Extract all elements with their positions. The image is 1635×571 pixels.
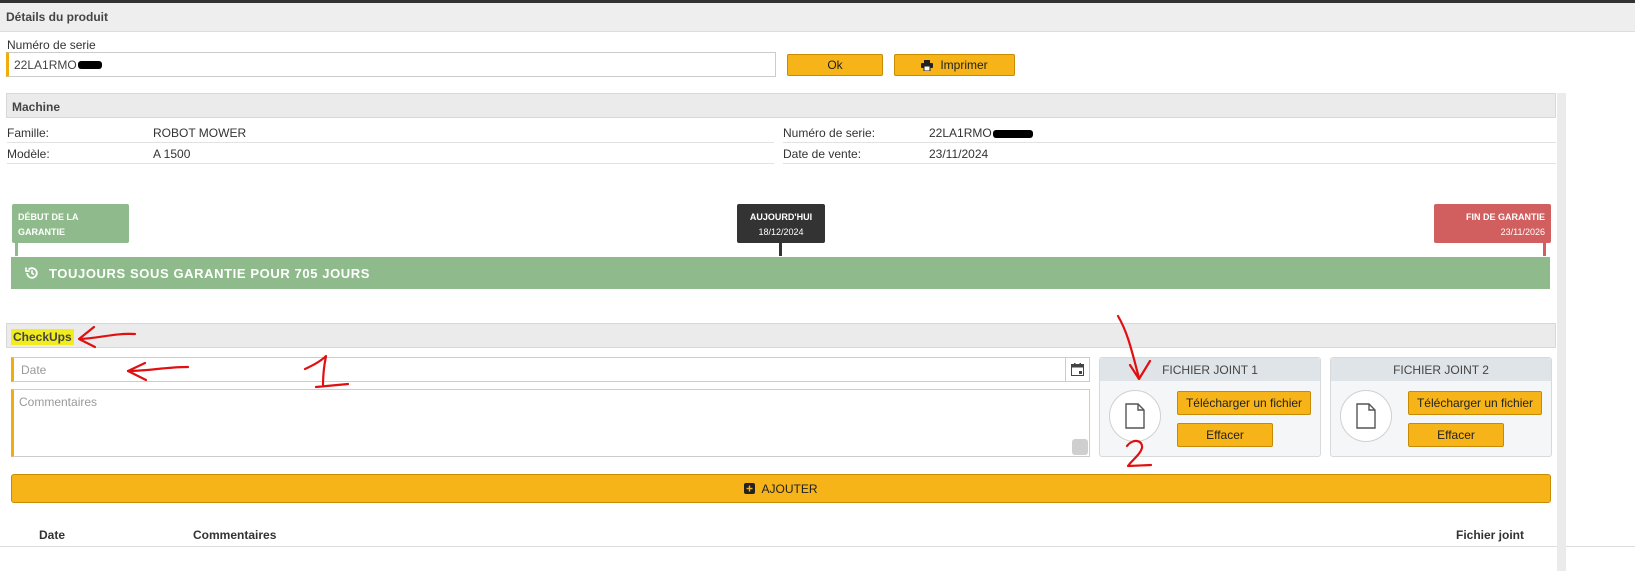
serie-value-wrap: 22LA1RMO [929, 126, 1033, 140]
redaction-mark [77, 60, 102, 69]
file-icon [1109, 390, 1161, 442]
warranty-start-flag: DÉBUT DE LA GARANTIE 23/11/2024 [12, 204, 129, 252]
modele-value: A 1500 [153, 147, 191, 161]
checkup-date-placeholder: Date [21, 362, 47, 377]
col-header-attachment[interactable]: Fichier joint [1456, 528, 1524, 542]
vertical-scrollbar[interactable] [1557, 93, 1566, 571]
attachment-2-title: FICHIER JOINT 2 [1331, 358, 1551, 381]
attachment-2-clear-label: Effacer [1437, 428, 1475, 442]
famille-label: Famille: [7, 126, 50, 140]
add-checkup-button[interactable]: AJOUTER [11, 474, 1551, 503]
attachment-1-clear-button[interactable]: Effacer [1177, 423, 1273, 447]
warranty-start-date: 23/11/2024 [18, 242, 63, 252]
attachment-2-clear-button[interactable]: Effacer [1408, 423, 1504, 447]
vente-row: Date de vente: 23/11/2024 [783, 144, 1556, 164]
vente-label: Date de vente: [783, 147, 862, 161]
serie-label: Numéro de serie: [783, 126, 876, 140]
checkup-comments-placeholder: Commentaires [19, 395, 98, 409]
vente-value: 23/11/2024 [929, 147, 989, 161]
checkup-comments-textarea[interactable]: Commentaires [11, 389, 1090, 457]
attachment-2-upload-button[interactable]: Télécharger un fichier [1408, 391, 1542, 415]
plus-square-icon [744, 483, 756, 494]
end-flag-stem [1543, 243, 1546, 256]
modele-label: Modèle: [7, 147, 50, 161]
warranty-end-date: 23/11/2026 [1500, 227, 1545, 237]
machine-section-title: Machine [12, 100, 61, 114]
today-date: 18/12/2024 [758, 227, 804, 237]
today-flag-stem [779, 243, 782, 256]
warranty-end-title: FIN DE GARANTIE [1465, 212, 1545, 222]
redaction-mark [992, 129, 1033, 138]
attachment-1-upload-label: Télécharger un fichier [1185, 396, 1303, 410]
attachment-2-upload-label: Télécharger un fichier [1416, 396, 1534, 410]
serial-input-value: 22LA1RMO [14, 57, 77, 72]
resize-handle-icon[interactable] [1072, 439, 1088, 455]
serie-row: Numéro de serie: 22LA1RMO [783, 123, 1556, 143]
file-icon [1340, 390, 1392, 442]
today-title: AUJOURD'HUI [749, 212, 813, 222]
today-flag: AUJOURD'HUI 18/12/2024 [737, 204, 825, 243]
serie-value: 22LA1RMO [929, 126, 992, 140]
warranty-status-bar: TOUJOURS SOUS GARANTIE POUR 705 JOURS [11, 257, 1550, 289]
attachment-1-upload-button[interactable]: Télécharger un fichier [1177, 391, 1311, 415]
attachment-2-box: FICHIER JOINT 2 Télécharger un fichier E… [1330, 357, 1552, 457]
history-icon [25, 266, 39, 280]
ok-button[interactable]: Ok [787, 54, 883, 76]
attachment-1-box: FICHIER JOINT 1 Télécharger un fichier E… [1099, 357, 1321, 457]
printer-icon [921, 59, 934, 71]
famille-value: ROBOT MOWER [153, 126, 247, 140]
panel-title: Détails du produit [6, 10, 108, 24]
warranty-status-text: TOUJOURS SOUS GARANTIE POUR 705 JOURS [49, 265, 371, 281]
modele-row: Modèle: A 1500 [7, 144, 774, 164]
checkups-table-header: Date Commentaires Fichier joint [0, 522, 1635, 547]
attachment-1-clear-label: Effacer [1206, 428, 1244, 442]
famille-row: Famille: ROBOT MOWER [7, 123, 774, 143]
start-flag-stem [15, 243, 18, 256]
checkups-section-header: CheckUps [6, 323, 1556, 348]
warranty-end-flag: FIN DE GARANTIE 23/11/2026 [1434, 204, 1551, 243]
print-button-label: Imprimer [940, 58, 988, 72]
checkup-date-input[interactable]: Date [11, 357, 1090, 382]
serial-label: Numéro de serie [7, 38, 96, 52]
serial-input[interactable]: 22LA1RMO [6, 52, 776, 77]
calendar-icon[interactable] [1065, 358, 1089, 381]
warranty-start-title: DÉBUT DE LA GARANTIE [18, 212, 79, 237]
checkups-section-title: CheckUps [11, 329, 74, 345]
panel-header: Détails du produit [0, 3, 1635, 32]
machine-section-header: Machine [6, 93, 1556, 118]
attachment-1-title: FICHIER JOINT 1 [1100, 358, 1320, 381]
add-checkup-label: AJOUTER [761, 481, 818, 496]
col-header-comments[interactable]: Commentaires [193, 528, 276, 542]
col-header-date[interactable]: Date [39, 528, 65, 542]
print-button[interactable]: Imprimer [894, 54, 1015, 76]
ok-button-label: Ok [827, 58, 843, 72]
